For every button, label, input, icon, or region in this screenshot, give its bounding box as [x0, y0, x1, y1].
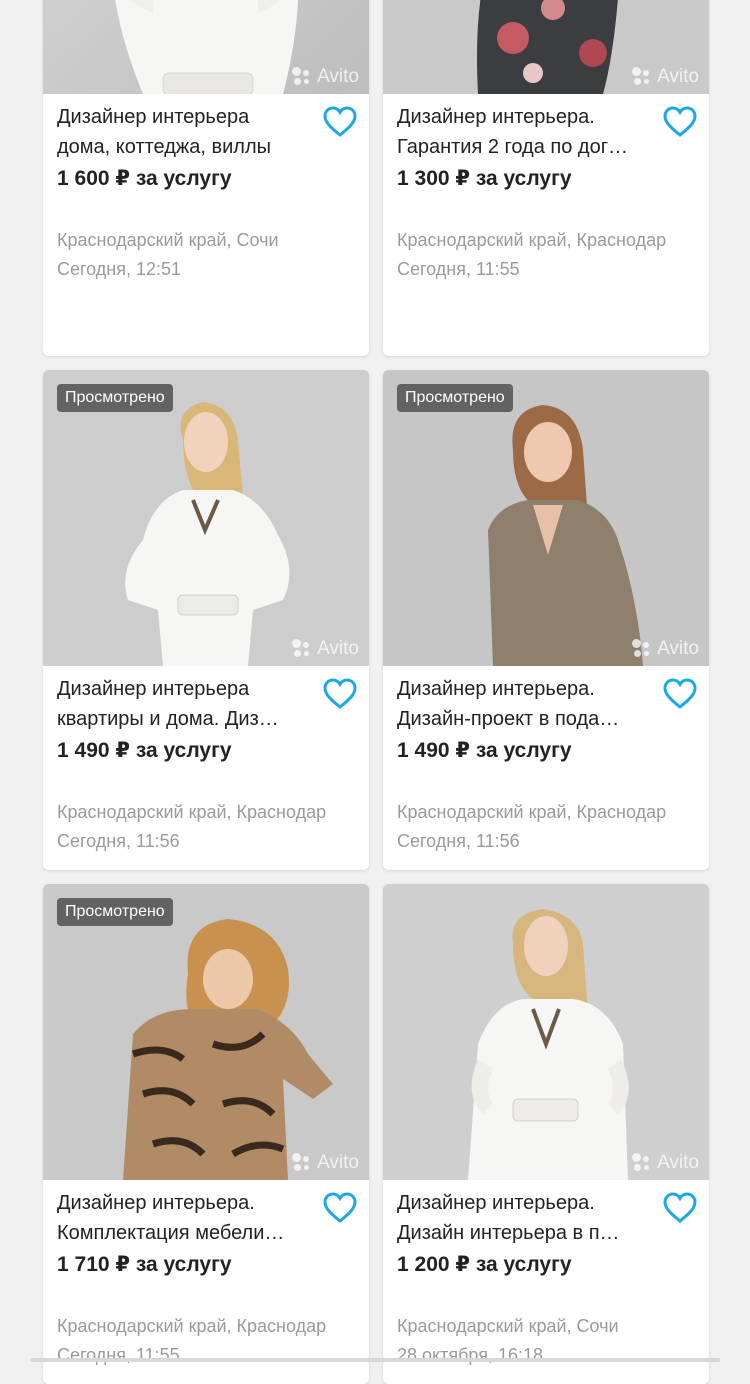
listing-date: Сегодня, 11:56 — [57, 831, 180, 851]
listing-title[interactable]: Дизайнер интерьера. Гарантия 2 года по д… — [397, 102, 647, 162]
bottom-scroll-indicator — [30, 1358, 720, 1362]
listing-location: Краснодарский край, Краснодар — [397, 802, 667, 822]
favorite-heart-icon[interactable] — [323, 1192, 357, 1224]
listing-photo[interactable]: Просмотрено Avito — [43, 884, 369, 1180]
listing-location: Краснодарский край, Сочи — [397, 1316, 619, 1336]
avito-watermark: Avito — [632, 66, 699, 88]
listing-location: Краснодарский край, Сочи — [57, 230, 279, 250]
avito-watermark: Avito — [632, 1152, 699, 1174]
listing-photo[interactable]: Avito — [383, 884, 709, 1180]
favorite-heart-icon[interactable] — [663, 1192, 697, 1224]
photo-illustration — [43, 370, 369, 666]
listing-location: Краснодарский край, Краснодар — [57, 1316, 327, 1336]
photo-illustration — [383, 884, 709, 1180]
listing-title[interactable]: Дизайнер интерьера. Дизайн интерьера в п… — [397, 1188, 647, 1248]
listing-card[interactable]: Просмотрено Avito Дизайнер интерьера ква… — [43, 370, 369, 870]
viewed-badge: Просмотрено — [57, 384, 173, 412]
listing-card[interactable]: Просмотрено Avito Дизайнер интерьера. Ди… — [383, 370, 709, 870]
listing-price: 1 710 ₽ за услугу — [57, 1253, 232, 1276]
listing-location: Краснодарский край, Краснодар — [397, 230, 667, 250]
listing-title[interactable]: Дизайнер интерьера квартиры и дома. Диз… — [57, 674, 307, 734]
listing-title[interactable]: Дизайнер интерьера дома, коттеджа, виллы — [57, 102, 307, 162]
viewed-badge: Просмотрено — [397, 384, 513, 412]
favorite-heart-icon[interactable] — [663, 678, 697, 710]
viewed-badge: Просмотрено — [57, 898, 173, 926]
listing-location: Краснодарский край, Краснодар — [57, 802, 327, 822]
listing-photo[interactable]: Avito — [383, 0, 709, 94]
listing-title[interactable]: Дизайнер интерьера. Дизайн-проект в пода… — [397, 674, 647, 734]
listing-grid: Avito Дизайнер интерьера дома, коттеджа,… — [0, 0, 750, 1384]
listing-price: 1 490 ₽ за услугу — [57, 739, 232, 762]
listing-date: Сегодня, 12:51 — [57, 259, 182, 279]
listing-photo[interactable]: Просмотрено Avito — [43, 370, 369, 666]
favorite-heart-icon[interactable] — [663, 106, 697, 138]
listing-price: 1 200 ₽ за услугу — [397, 1253, 572, 1276]
avito-watermark: Avito — [292, 66, 359, 88]
listing-date: Сегодня, 11:55 — [397, 259, 520, 279]
listing-date: 28 октября, 16:18 — [397, 1345, 544, 1365]
listing-card[interactable]: Avito Дизайнер интерьера. Дизайн интерье… — [383, 884, 709, 1384]
photo-illustration — [383, 370, 709, 666]
favorite-heart-icon[interactable] — [323, 106, 357, 138]
listing-card[interactable]: Avito Дизайнер интерьера. Гарантия 2 год… — [383, 0, 709, 356]
listing-photo[interactable]: Avito — [43, 0, 369, 94]
photo-illustration — [43, 884, 369, 1180]
avito-watermark: Avito — [292, 638, 359, 660]
listing-card[interactable]: Просмотрено Avito Дизайнер интерьера. Ко… — [43, 884, 369, 1384]
favorite-heart-icon[interactable] — [323, 678, 357, 710]
avito-watermark: Avito — [292, 1152, 359, 1174]
listing-price: 1 300 ₽ за услугу — [397, 167, 572, 190]
listing-card[interactable]: Avito Дизайнер интерьера дома, коттеджа,… — [43, 0, 369, 356]
listing-price: 1 600 ₽ за услугу — [57, 167, 232, 190]
listing-date: Сегодня, 11:56 — [397, 831, 520, 851]
listing-date: Сегодня, 11:55 — [57, 1345, 180, 1365]
listing-price: 1 490 ₽ за услугу — [397, 739, 572, 762]
avito-watermark: Avito — [632, 638, 699, 660]
listing-photo[interactable]: Просмотрено Avito — [383, 370, 709, 666]
listing-title[interactable]: Дизайнер интерьера. Комплектация мебели… — [57, 1188, 307, 1248]
